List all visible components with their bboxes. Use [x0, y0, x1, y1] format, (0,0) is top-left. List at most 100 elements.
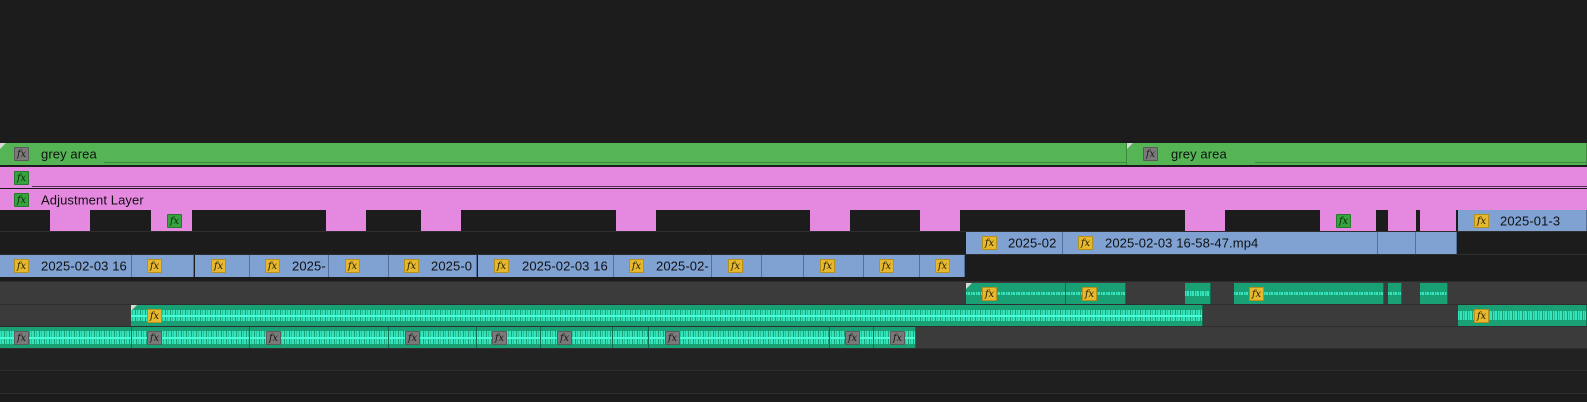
- fx-badge-icon[interactable]: fx: [665, 330, 680, 345]
- clip-video[interactable]: fx 2025-02-: [614, 255, 712, 277]
- clip-audio[interactable]: fx: [250, 327, 389, 348]
- fx-badge-icon[interactable]: fx: [890, 330, 905, 345]
- fx-badge-icon[interactable]: fx: [266, 330, 281, 345]
- clip-audio[interactable]: fx: [131, 305, 1203, 326]
- fx-badge-icon[interactable]: fx: [492, 330, 507, 345]
- clip-audio[interactable]: [1185, 283, 1211, 304]
- fx-badge-icon[interactable]: fx: [820, 259, 835, 273]
- clip-audio[interactable]: fx: [541, 327, 613, 348]
- fx-badge-icon[interactable]: fx: [211, 259, 226, 273]
- clip-video[interactable]: fx: [804, 255, 864, 277]
- fx-badge-icon[interactable]: fx: [1336, 213, 1351, 228]
- clip-audio[interactable]: fx: [830, 327, 874, 348]
- fx-badge-icon[interactable]: fx: [879, 259, 894, 273]
- clip-adjustment-segment[interactable]: [326, 210, 366, 231]
- clip-adjustment-segment[interactable]: [421, 210, 461, 231]
- clip-audio[interactable]: [613, 327, 649, 348]
- fx-badge-icon[interactable]: fx: [167, 213, 182, 228]
- fx-badge-icon[interactable]: fx: [147, 330, 162, 345]
- clip-video[interactable]: fx: [329, 255, 389, 277]
- fx-badge-icon[interactable]: fx: [1474, 308, 1489, 323]
- clip-adjustment-segment[interactable]: [1388, 210, 1416, 231]
- clip-grey-area[interactable]: fx grey area: [1127, 143, 1587, 165]
- fx-badge-icon[interactable]: fx: [14, 259, 29, 273]
- fx-badge-icon[interactable]: fx: [728, 259, 743, 273]
- clip-video[interactable]: [1378, 232, 1416, 254]
- clip-video[interactable]: fx: [920, 255, 965, 277]
- clip-audio[interactable]: fx: [0, 327, 132, 348]
- fx-badge-icon[interactable]: fx: [845, 330, 860, 345]
- audio-waveform: [1420, 291, 1447, 296]
- fx-badge-icon[interactable]: fx: [265, 259, 280, 273]
- sequence-timeline[interactable]: fx grey area fx grey area fx fx Adjustme…: [0, 0, 1587, 402]
- clip-audio[interactable]: fx: [477, 327, 541, 348]
- fx-badge-icon[interactable]: fx: [1249, 286, 1264, 301]
- clip-video[interactable]: fx: [132, 255, 194, 277]
- clip-audio[interactable]: fx: [1066, 283, 1126, 304]
- clip-adjustment-segment[interactable]: fx: [1320, 210, 1376, 231]
- clip-adjustment-segment[interactable]: [616, 210, 656, 231]
- clip-label: 2025-02: [1008, 235, 1057, 251]
- clip-video[interactable]: fx 2025-02-03 16: [0, 255, 132, 277]
- clip-video[interactable]: fx: [864, 255, 920, 277]
- clip-video[interactable]: fx: [195, 255, 250, 277]
- clip-label: 2025-02-03 16-58-47.mp4: [1105, 235, 1259, 251]
- fx-badge-icon[interactable]: fx: [935, 259, 950, 273]
- fx-badge-icon[interactable]: fx: [404, 259, 419, 273]
- track-divider: [0, 281, 1587, 282]
- fx-badge-icon[interactable]: fx: [1474, 213, 1489, 228]
- clip-audio[interactable]: [1420, 283, 1448, 304]
- fx-badge-icon[interactable]: fx: [494, 259, 509, 273]
- clip-adjustment-segment[interactable]: [50, 210, 90, 231]
- fx-badge-icon[interactable]: fx: [345, 259, 360, 273]
- clip-label: 2025-: [292, 258, 326, 274]
- fx-badge-icon[interactable]: fx: [982, 236, 997, 250]
- clip-label: 2025-02-: [656, 258, 709, 274]
- track-divider: [0, 348, 1587, 349]
- clip-adjustment-segment[interactable]: [920, 210, 960, 231]
- clip-video[interactable]: fx 2025-02-03 16: [478, 255, 614, 277]
- clip-video[interactable]: fx 2025-: [250, 255, 329, 277]
- clip-start-marker: [966, 283, 972, 289]
- fx-badge-icon[interactable]: fx: [147, 308, 162, 323]
- fx-badge-icon[interactable]: fx: [405, 330, 420, 345]
- clip-grey-area[interactable]: fx grey area: [0, 143, 1127, 165]
- clip-video[interactable]: [1416, 232, 1457, 254]
- clip-video[interactable]: fx: [712, 255, 762, 277]
- clip-audio[interactable]: fx: [132, 327, 250, 348]
- fx-badge-icon[interactable]: fx: [14, 330, 29, 345]
- clip-start-marker: [0, 143, 6, 149]
- clip-adjustment-layer[interactable]: fx: [0, 167, 1587, 188]
- clip-adjustment-segment[interactable]: [1420, 210, 1456, 231]
- clip-audio[interactable]: fx: [874, 327, 916, 348]
- clip-adjustment-segment[interactable]: fx: [151, 210, 192, 231]
- fx-badge-icon[interactable]: fx: [147, 259, 162, 273]
- fx-badge-icon[interactable]: fx: [557, 330, 572, 345]
- clip-video[interactable]: [762, 255, 804, 277]
- fx-badge-icon[interactable]: fx: [1078, 236, 1093, 250]
- audio-waveform: [1185, 291, 1210, 296]
- clip-audio[interactable]: fx: [1234, 283, 1384, 304]
- clip-audio[interactable]: [1388, 283, 1402, 304]
- clip-label: Adjustment Layer: [41, 192, 144, 207]
- clip-label: grey area: [41, 146, 97, 162]
- fx-badge-icon[interactable]: fx: [629, 259, 644, 273]
- fx-badge-icon[interactable]: fx: [1143, 147, 1158, 161]
- clip-video[interactable]: fx 2025-01-3: [1458, 210, 1587, 231]
- fx-badge-icon[interactable]: fx: [14, 192, 29, 207]
- fx-badge-icon[interactable]: fx: [982, 286, 997, 301]
- clip-video[interactable]: fx 2025-02: [966, 232, 1063, 254]
- clip-audio[interactable]: fx: [1458, 305, 1587, 326]
- opacity-line: [32, 186, 1587, 187]
- clip-audio[interactable]: fx: [966, 283, 1066, 304]
- clip-video[interactable]: fx 2025-0: [389, 255, 477, 277]
- clip-adjustment-layer[interactable]: fx Adjustment Layer: [0, 189, 1587, 210]
- clip-audio[interactable]: fx: [649, 327, 830, 348]
- fx-badge-icon[interactable]: fx: [1082, 286, 1097, 301]
- clip-adjustment-segment[interactable]: [810, 210, 850, 231]
- clip-video[interactable]: fx 2025-02-03 16-58-47.mp4: [1063, 232, 1378, 254]
- fx-badge-icon[interactable]: fx: [14, 170, 29, 185]
- clip-adjustment-segment[interactable]: [1185, 210, 1225, 231]
- fx-badge-icon[interactable]: fx: [14, 147, 29, 161]
- clip-audio[interactable]: fx: [389, 327, 477, 348]
